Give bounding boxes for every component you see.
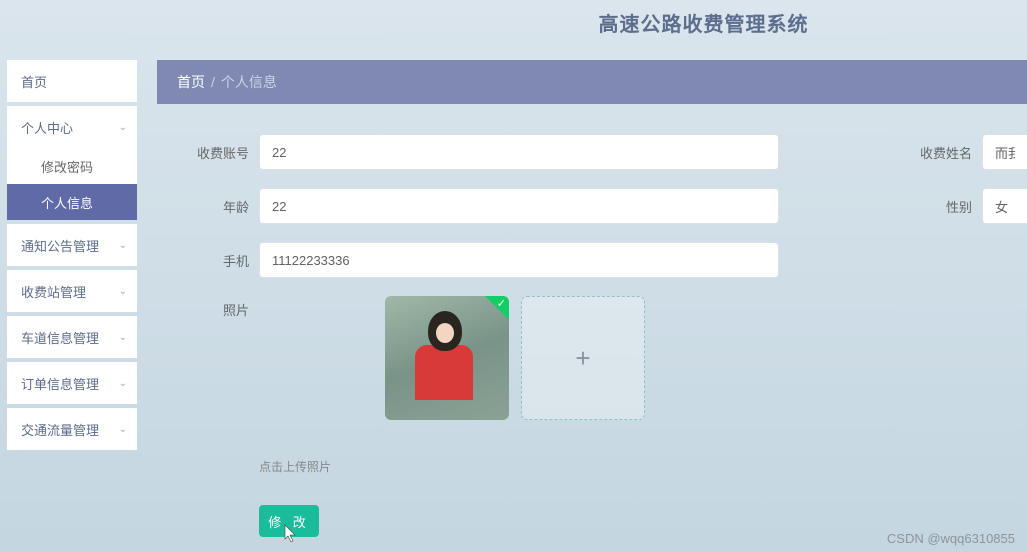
sidebar-item-label: 首页 xyxy=(21,72,47,91)
form-row-photo: 照片 + xyxy=(187,296,1027,420)
submenu-personal: 修改密码 个人信息 xyxy=(7,148,137,220)
sidebar-item-label: 修改密码 xyxy=(41,157,93,176)
chevron-down-icon: ⌄ xyxy=(119,378,127,389)
form-row-age-gender: 年龄 性别 xyxy=(187,188,1027,224)
name-label: 收费姓名 xyxy=(910,143,972,162)
sidebar-group-personal: 个人中心 ⌄ 修改密码 个人信息 xyxy=(7,106,137,220)
phone-label: 手机 xyxy=(187,251,249,270)
gender-label: 性别 xyxy=(910,197,972,216)
sidebar-item-lane[interactable]: 车道信息管理 ⌄ xyxy=(7,316,137,358)
breadcrumb-separator: / xyxy=(211,74,215,90)
sidebar-item-notice[interactable]: 通知公告管理 ⌄ xyxy=(7,224,137,266)
account-label: 收费账号 xyxy=(187,143,249,162)
sidebar-item-traffic[interactable]: 交通流量管理 ⌄ xyxy=(7,408,137,450)
chevron-down-icon: ⌄ xyxy=(119,332,127,343)
breadcrumb: 首页 / 个人信息 xyxy=(157,60,1027,104)
form-group-gender: 性别 xyxy=(910,188,1027,224)
sidebar-item-personal[interactable]: 个人中心 ⌄ xyxy=(7,106,137,148)
account-input[interactable] xyxy=(259,134,779,170)
breadcrumb-current: 个人信息 xyxy=(221,72,277,92)
chevron-down-icon: ⌄ xyxy=(119,122,127,133)
submit-button[interactable]: 修 改 xyxy=(259,505,319,537)
form-row-account-name: 收费账号 收费姓名 xyxy=(187,134,1027,170)
photo-placeholder-figure xyxy=(415,311,475,411)
sidebar-item-home[interactable]: 首页 xyxy=(7,60,137,102)
sidebar-item-label: 通知公告管理 xyxy=(21,236,99,255)
upload-photo-trigger[interactable]: + xyxy=(521,296,645,420)
chevron-down-icon: ⌄ xyxy=(119,240,127,251)
sidebar-item-label: 车道信息管理 xyxy=(21,328,99,347)
gender-input[interactable] xyxy=(982,188,1027,224)
photo-label: 照片 xyxy=(187,296,249,319)
sidebar-item-label: 收费站管理 xyxy=(21,282,86,301)
breadcrumb-root[interactable]: 首页 xyxy=(177,72,205,92)
sidebar-item-label: 个人中心 xyxy=(21,118,73,137)
sidebar-item-label: 交通流量管理 xyxy=(21,420,99,439)
form-group-age: 年龄 xyxy=(187,188,779,224)
uploaded-photo-thumbnail[interactable] xyxy=(385,296,509,420)
sidebar-item-label: 个人信息 xyxy=(41,193,93,212)
age-input[interactable] xyxy=(259,188,779,224)
sidebar: 首页 个人中心 ⌄ 修改密码 个人信息 通知公告管理 ⌄ 收费站管理 ⌄ xyxy=(7,60,137,552)
form-group-name: 收费姓名 xyxy=(910,134,1027,170)
name-input[interactable] xyxy=(982,134,1027,170)
chevron-down-icon: ⌄ xyxy=(119,424,127,435)
chevron-down-icon: ⌄ xyxy=(119,286,127,297)
profile-form: 收费账号 收费姓名 年龄 性别 xyxy=(157,104,1027,537)
form-group-phone: 手机 xyxy=(187,242,779,278)
sidebar-item-profile[interactable]: 个人信息 xyxy=(7,184,137,220)
sidebar-item-toll-station[interactable]: 收费站管理 ⌄ xyxy=(7,270,137,312)
app-header: 高速公路收费管理系统 xyxy=(0,0,1027,45)
sidebar-item-label: 订单信息管理 xyxy=(21,374,99,393)
age-label: 年龄 xyxy=(187,197,249,216)
sidebar-item-order[interactable]: 订单信息管理 ⌄ xyxy=(7,362,137,404)
watermark: CSDN @wqq6310855 xyxy=(887,531,1015,546)
form-row-phone: 手机 xyxy=(187,242,1027,278)
main-content: 首页 / 个人信息 收费账号 收费姓名 年龄 xyxy=(157,60,1027,552)
phone-input[interactable] xyxy=(259,242,779,278)
layout: 首页 个人中心 ⌄ 修改密码 个人信息 通知公告管理 ⌄ 收费站管理 ⌄ xyxy=(0,45,1027,552)
form-group-account: 收费账号 xyxy=(187,134,779,170)
plus-icon: + xyxy=(575,343,590,374)
app-title: 高速公路收费管理系统 xyxy=(599,8,809,37)
photo-uploader: + xyxy=(385,296,645,420)
sidebar-item-change-password[interactable]: 修改密码 xyxy=(7,148,137,184)
upload-hint: 点击上传照片 xyxy=(259,458,1027,475)
